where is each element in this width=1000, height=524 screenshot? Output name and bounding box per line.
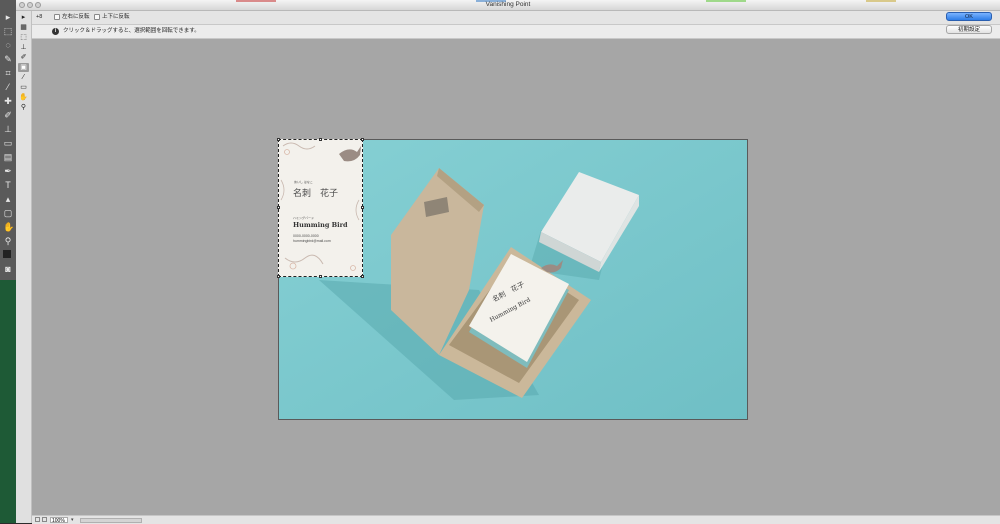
card-furigana-name: めいし はなこ: [294, 180, 313, 184]
selection-handle-bottom[interactable]: [319, 275, 322, 278]
info-bar: i クリック＆ドラッグすると、選択範囲を回転できます。: [32, 25, 1000, 39]
title-bar: Vanishing Point: [16, 0, 1000, 11]
flip-horizontal-checkbox[interactable]: [54, 14, 60, 20]
gradient-tool-icon[interactable]: ▤: [3, 152, 13, 162]
lasso-tool-icon[interactable]: ◌: [3, 40, 13, 50]
pen-tool-icon[interactable]: ✒: [3, 166, 13, 176]
desktop-background: [0, 280, 16, 523]
reset-button[interactable]: 初期設定: [946, 25, 992, 34]
hand-icon[interactable]: ✋: [18, 93, 29, 102]
zoom-icon[interactable]: ⚲: [18, 103, 29, 112]
type-tool-icon[interactable]: T: [3, 180, 13, 190]
measure-icon[interactable]: ▭: [18, 83, 29, 92]
selection-handle-right[interactable]: [361, 206, 364, 209]
flip-vertical-checkbox[interactable]: [94, 14, 100, 20]
eyedropper-icon[interactable]: ⁄: [18, 73, 29, 82]
healing-tool-icon[interactable]: ✚: [3, 96, 13, 106]
selection-handle-top-left[interactable]: [277, 138, 280, 141]
info-icon: i: [52, 28, 59, 35]
edit-plane-icon[interactable]: ▸: [18, 13, 29, 22]
ok-button[interactable]: OK: [946, 12, 992, 21]
zoom-in-icon[interactable]: [42, 517, 47, 522]
eyedropper-tool-icon[interactable]: ⁄: [3, 82, 13, 92]
selection-handle-left[interactable]: [277, 206, 280, 209]
flip-horizontal-label: 左右に反転: [62, 14, 90, 20]
brush-tool-icon[interactable]: ✐: [3, 110, 13, 120]
selection-marquee[interactable]: めいし はなこ 名刺 花子 ハミングバード Humming Bird 0000-…: [277, 138, 364, 278]
transform-icon[interactable]: ▣: [18, 63, 29, 72]
zoom-tool-icon[interactable]: ⚲: [3, 236, 13, 246]
move-tool-icon[interactable]: ▸: [3, 12, 13, 22]
brush-icon[interactable]: ✐: [18, 53, 29, 62]
card-company: Humming Bird: [293, 221, 348, 229]
marquee-icon[interactable]: ⬚: [18, 33, 29, 42]
status-scroll-track: [80, 518, 142, 523]
shape-tool-icon[interactable]: ▢: [3, 208, 13, 218]
hummingbird-icon: [339, 146, 361, 162]
marquee-tool-icon[interactable]: ⬚: [3, 26, 13, 36]
create-plane-icon[interactable]: ▦: [18, 23, 29, 32]
path-select-icon[interactable]: ▴: [3, 194, 13, 204]
options-bar: +8 左右に反転 上下に反転: [32, 11, 1000, 25]
eraser-tool-icon[interactable]: ▭: [3, 138, 13, 148]
stamp-icon[interactable]: ⊥: [18, 43, 29, 52]
selection-handle-top[interactable]: [319, 138, 322, 141]
flip-vertical-label: 上下に反転: [102, 14, 130, 20]
quick-select-icon[interactable]: ✎: [3, 54, 13, 64]
zoom-out-icon[interactable]: [35, 517, 40, 522]
window-title: Vanishing Point: [485, 1, 531, 8]
card-floral-border: [280, 142, 361, 271]
card-furigana-company: ハミングバード: [293, 216, 315, 220]
vanishing-point-toolbar: ▸ ▦ ⬚ ⊥ ✐ ▣ ⁄ ▭ ✋ ⚲: [16, 11, 32, 523]
hand-tool-icon[interactable]: ✋: [3, 222, 14, 232]
stamp-tool-icon[interactable]: ⊥: [3, 124, 13, 134]
foreground-color-swatch[interactable]: [3, 250, 11, 258]
photoshop-toolbox: ▸ ⬚ ◌ ✎ ⌗ ⁄ ✚ ✐ ⊥ ▭ ▤ ✒ T ▴ ▢ ✋ ⚲ ◙: [0, 0, 16, 523]
zoom-level-field[interactable]: 100%: [50, 517, 68, 524]
crop-tool-icon[interactable]: ⌗: [3, 68, 13, 78]
hint-text: クリック＆ドラッグすると、選択範囲を回転できます。: [63, 28, 200, 34]
quick-mask-icon[interactable]: ◙: [3, 264, 13, 274]
selection-handle-bottom-right[interactable]: [361, 275, 364, 278]
card-line-1: 0000-0000-0000: [293, 234, 319, 238]
card-line-2: hummingbird@mail.com: [293, 239, 331, 243]
card-name: 名刺 花子: [293, 189, 339, 199]
selection-handle-bottom-left[interactable]: [277, 275, 280, 278]
brush-size-label: +8: [36, 14, 43, 20]
zoom-dropdown-icon[interactable]: ▾: [71, 517, 74, 523]
selection-handle-top-right[interactable]: [361, 138, 364, 141]
